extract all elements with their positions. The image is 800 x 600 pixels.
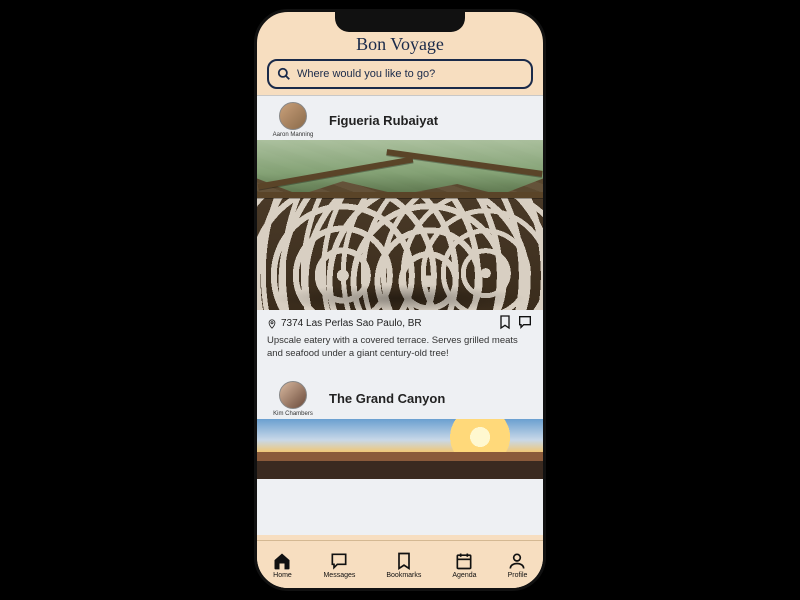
post-header: Aaron Manning Figueria Rubaiyat [257, 96, 543, 140]
tab-agenda[interactable]: Agenda [452, 551, 476, 579]
avatar [279, 102, 307, 130]
device-notch [335, 12, 465, 32]
post-title: Figueria Rubaiyat [329, 113, 438, 128]
tab-label: Agenda [452, 572, 476, 579]
post-image[interactable] [257, 140, 543, 310]
tab-bookmarks[interactable]: Bookmarks [386, 551, 421, 579]
tab-profile[interactable]: Profile [507, 551, 527, 579]
avatar [279, 381, 307, 409]
tab-bar: Home Messages Bookmarks Agenda Profile [257, 540, 543, 588]
bookmark-button[interactable] [497, 314, 513, 333]
search-input[interactable] [297, 68, 523, 80]
tab-label: Bookmarks [386, 572, 421, 579]
comment-button[interactable] [517, 314, 533, 333]
post-header: Kim Chambers The Grand Canyon [257, 375, 543, 419]
tab-home[interactable]: Home [272, 551, 292, 579]
post-title: The Grand Canyon [329, 391, 445, 406]
messages-icon [329, 551, 349, 571]
phone-frame: Bon Voyage Aaron Manning Figueria Rubaiy… [254, 9, 546, 591]
post-author[interactable]: Kim Chambers [267, 381, 319, 417]
tab-label: Profile [508, 572, 528, 579]
feed-post: Aaron Manning Figueria Rubaiyat 7374 Las… [257, 96, 543, 369]
feed[interactable]: Aaron Manning Figueria Rubaiyat 7374 Las… [257, 95, 543, 535]
profile-icon [507, 551, 527, 571]
pin-icon [267, 318, 277, 330]
author-name: Kim Chambers [273, 411, 313, 417]
post-description: Upscale eatery with a covered terrace. S… [257, 333, 543, 369]
bookmark-icon [497, 314, 513, 330]
agenda-icon [454, 551, 474, 571]
post-author[interactable]: Aaron Manning [267, 102, 319, 138]
search-bar[interactable] [267, 59, 533, 89]
feed-post: Kim Chambers The Grand Canyon [257, 375, 543, 479]
post-meta: 7374 Las Perlas Sao Paulo, BR [257, 310, 543, 333]
bookmark-icon [394, 551, 414, 571]
home-icon [272, 551, 292, 571]
tab-label: Home [273, 572, 292, 579]
search-icon [277, 67, 291, 81]
tab-label: Messages [323, 572, 355, 579]
post-image[interactable] [257, 419, 543, 479]
author-name: Aaron Manning [273, 132, 314, 138]
comment-icon [517, 314, 533, 330]
tab-messages[interactable]: Messages [323, 551, 355, 579]
post-address: 7374 Las Perlas Sao Paulo, BR [281, 318, 422, 329]
